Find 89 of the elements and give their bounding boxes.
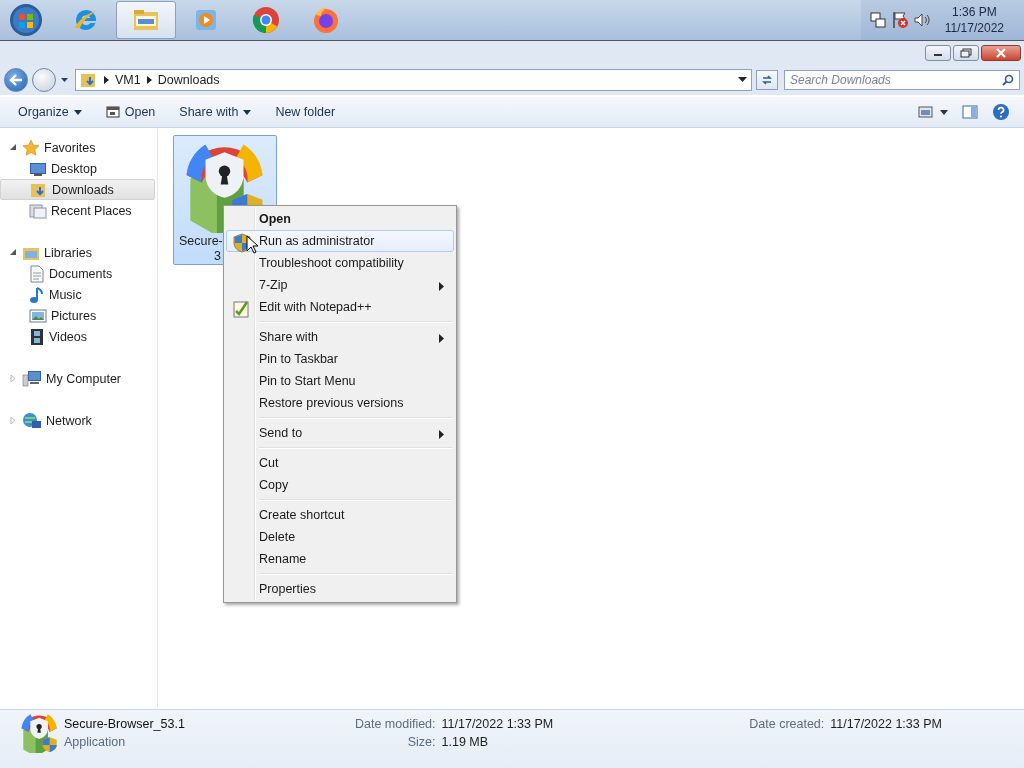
- nav-item[interactable]: Desktop: [0, 158, 155, 179]
- close-icon[interactable]: [995, 48, 1007, 58]
- chrome-icon[interactable]: [251, 5, 281, 35]
- field-label: Size:: [406, 734, 436, 751]
- field-value: 11/17/2022 1:33 PM: [441, 716, 555, 733]
- firefox-icon[interactable]: [311, 5, 341, 35]
- search-field[interactable]: Search Downloads: [784, 70, 1020, 90]
- breadcrumb-arrow-icon[interactable]: [104, 76, 109, 84]
- menu-item[interactable]: Pin to Start Menu: [226, 370, 454, 392]
- folder-icon[interactable]: [132, 8, 160, 32]
- nav-item[interactable]: Music: [0, 284, 155, 305]
- taskbar-button[interactable]: [116, 1, 176, 39]
- nav-item[interactable]: Videos: [0, 326, 155, 347]
- toolbar-button[interactable]: Share with: [169, 99, 262, 125]
- menu-item[interactable]: Copy: [226, 474, 454, 496]
- nav-item[interactable]: Downloads: [0, 179, 155, 200]
- breadcrumb[interactable]: VM1: [115, 73, 141, 87]
- nav-item[interactable]: My Computer: [0, 368, 157, 389]
- monitor-icon: [29, 160, 47, 177]
- caret-icon: [243, 109, 252, 115]
- nav-item[interactable]: Pictures: [0, 305, 155, 326]
- file-name: 3: [213, 249, 221, 264]
- help-icon[interactable]: [992, 103, 1010, 121]
- toolbar-button[interactable]: Open: [95, 99, 166, 125]
- clock-date[interactable]: 11/17/2022: [944, 20, 1004, 36]
- breadcrumb-arrow-icon[interactable]: [146, 76, 152, 84]
- history-dropdown-icon[interactable]: [60, 77, 69, 83]
- recent-places-icon: [29, 201, 47, 220]
- menu-item[interactable]: Pin to Taskbar: [226, 348, 454, 370]
- field-value: 1.19 MB: [441, 734, 490, 751]
- menu-item[interactable]: Send to: [226, 422, 454, 444]
- submenu-arrow-icon: [439, 430, 444, 439]
- submenu-arrow-icon: [439, 334, 444, 343]
- refresh-button[interactable]: [756, 70, 778, 90]
- minimize-button[interactable]: [925, 45, 951, 61]
- field-value: 11/17/2022 1:33 PM: [830, 716, 943, 733]
- file-type: Application: [64, 734, 127, 751]
- back-arrow-icon[interactable]: [9, 74, 23, 86]
- caret-icon: [73, 109, 82, 115]
- nav-item[interactable]: Documents: [0, 263, 155, 284]
- file-name: Secure-: [179, 234, 223, 249]
- network-status-icon[interactable]: [868, 11, 887, 29]
- program-icon: [105, 105, 120, 119]
- restore-button[interactable]: [953, 45, 979, 61]
- speaker-icon[interactable]: [912, 11, 931, 29]
- expanded-arrow-icon[interactable]: [9, 249, 17, 256]
- view-options-icon[interactable]: [918, 106, 948, 118]
- picture-icon: [29, 307, 47, 324]
- close-button[interactable]: [981, 45, 1021, 61]
- menu-item[interactable]: Restore previous versions: [226, 392, 454, 414]
- computer-icon: [22, 369, 42, 388]
- search-icon[interactable]: [1002, 74, 1014, 86]
- back-button[interactable]: [4, 68, 28, 92]
- toolbar-button[interactable]: New folder: [265, 99, 346, 125]
- menu-item[interactable]: Run as administrator: [226, 230, 454, 252]
- menu-item[interactable]: Create shortcut: [226, 504, 454, 526]
- network-icon: [22, 411, 42, 430]
- music-note-icon: [29, 285, 45, 304]
- address-bar[interactable]: VM1 Downloads: [75, 69, 752, 91]
- menu-item[interactable]: Rename: [226, 548, 454, 570]
- nav-item[interactable]: Recent Places: [0, 200, 155, 221]
- menu-item[interactable]: Share with: [226, 326, 454, 348]
- menu-item[interactable]: Cut: [226, 452, 454, 474]
- expanded-arrow-icon[interactable]: [9, 144, 17, 151]
- menu-item[interactable]: Delete: [226, 526, 454, 548]
- media-player-icon[interactable]: [193, 7, 219, 33]
- menu-item[interactable]: 7-Zip: [226, 274, 454, 296]
- field-label: Date modified:: [353, 716, 436, 733]
- restore-icon[interactable]: [960, 48, 972, 58]
- menu-item[interactable]: Edit with Notepad++: [226, 296, 454, 318]
- nav-item[interactable]: Libraries: [0, 242, 157, 263]
- menu-item[interactable]: Properties: [226, 578, 454, 600]
- clock-time[interactable]: 1:36 PM: [952, 4, 997, 20]
- dropdown-icon[interactable]: [738, 77, 747, 83]
- breadcrumb[interactable]: Downloads: [157, 73, 220, 87]
- file-name: Secure-Browser_53.1: [64, 716, 186, 733]
- document-icon: [29, 264, 45, 283]
- refresh-icon[interactable]: [761, 74, 773, 86]
- download-folder-icon: [80, 71, 98, 89]
- flag-alert-icon[interactable]: [890, 11, 909, 29]
- film-icon: [29, 327, 45, 346]
- star-icon: [22, 138, 40, 157]
- field-label: Date created:: [748, 716, 825, 733]
- nav-item[interactable]: Network: [0, 410, 157, 431]
- nav-item[interactable]: Favorites: [0, 137, 157, 158]
- start-button[interactable]: [9, 3, 43, 37]
- mouse-cursor-icon: [246, 235, 258, 254]
- submenu-arrow-icon: [439, 282, 444, 291]
- toolbar-button[interactable]: Organize: [8, 99, 92, 125]
